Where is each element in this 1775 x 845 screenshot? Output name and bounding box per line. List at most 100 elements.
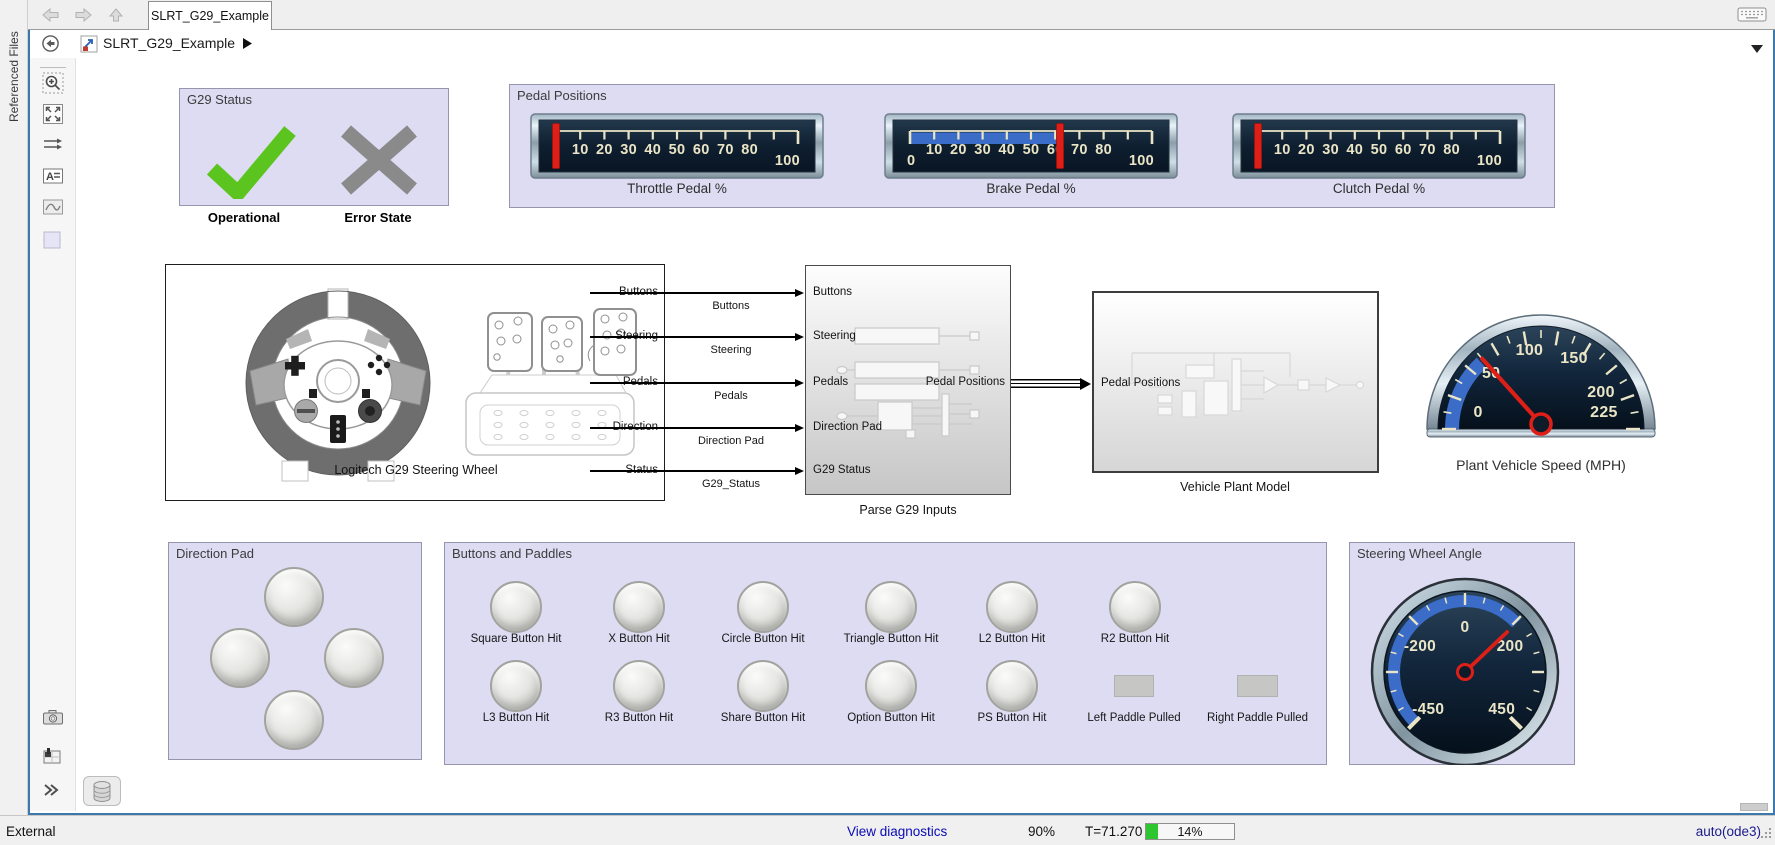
svg-text:80: 80 bbox=[1095, 142, 1112, 158]
model-data-button[interactable] bbox=[83, 776, 121, 806]
direction-lamp[interactable] bbox=[210, 628, 270, 688]
paddle-lamp[interactable] bbox=[1114, 675, 1154, 697]
parse-in-port-label: Pedals bbox=[813, 376, 848, 388]
direction-lamp[interactable] bbox=[324, 628, 384, 688]
resize-grip[interactable] bbox=[1760, 827, 1772, 842]
button-lamp[interactable] bbox=[986, 581, 1038, 633]
signal-wire[interactable] bbox=[590, 292, 796, 294]
fit-to-view-icon[interactable] bbox=[42, 103, 64, 130]
signal-wire[interactable] bbox=[590, 336, 796, 338]
breadcrumb: SLRT_G29_Example bbox=[30, 30, 1773, 58]
g29-status-panel[interactable]: G29 Status bbox=[179, 88, 449, 206]
solver-link[interactable]: auto(ode3) bbox=[1696, 824, 1761, 839]
scrollbar-corner[interactable] bbox=[1740, 803, 1768, 811]
signal-name-label: G29_Status bbox=[651, 478, 811, 490]
button-lamp[interactable] bbox=[613, 581, 665, 633]
button-lamp[interactable] bbox=[613, 660, 665, 712]
plant-block-name: Vehicle Plant Model bbox=[1135, 480, 1335, 494]
view-diagnostics-link[interactable]: View diagnostics bbox=[847, 824, 947, 839]
svg-text:20: 20 bbox=[1298, 142, 1315, 158]
button-lamp[interactable] bbox=[865, 581, 917, 633]
toolbar-divider bbox=[40, 67, 66, 68]
brake-gauge-label: Brake Pedal % bbox=[884, 181, 1178, 196]
brake-gauge[interactable]: 10203040506070801000 bbox=[884, 113, 1178, 179]
up-icon[interactable] bbox=[108, 7, 124, 28]
paddle-lamp[interactable] bbox=[1237, 675, 1278, 697]
expand-toolbar-icon[interactable] bbox=[42, 783, 59, 802]
annotation-icon[interactable]: A bbox=[42, 167, 64, 190]
button-lamp[interactable] bbox=[1109, 581, 1161, 633]
svg-text:100: 100 bbox=[1516, 342, 1544, 359]
button-lamp[interactable] bbox=[986, 660, 1038, 712]
referenced-files-label: Referenced Files bbox=[7, 2, 21, 122]
speed-gauge-label: Plant Vehicle Speed (MPH) bbox=[1401, 457, 1681, 473]
sim-progress-bar: 14% bbox=[1145, 823, 1235, 840]
svg-text:30: 30 bbox=[620, 142, 637, 158]
signal-wire[interactable] bbox=[590, 382, 796, 384]
svg-text:150: 150 bbox=[1560, 350, 1588, 367]
svg-text:0: 0 bbox=[1473, 404, 1482, 421]
svg-text:0: 0 bbox=[907, 153, 915, 169]
lamp-label: R2 Button Hit bbox=[1060, 633, 1210, 645]
throttle-gauge-label: Throttle Pedal % bbox=[530, 181, 824, 196]
breadcrumb-label: SLRT_G29_Example bbox=[103, 35, 235, 51]
svg-text:50: 50 bbox=[1371, 142, 1388, 158]
tab-label: SLRT_G29_Example bbox=[151, 9, 269, 23]
button-lamp[interactable] bbox=[737, 660, 789, 712]
svg-text:40: 40 bbox=[1346, 142, 1363, 158]
direction-lamp[interactable] bbox=[264, 567, 324, 627]
bus-wire-pedal-positions[interactable] bbox=[1011, 379, 1081, 388]
parse-g29-inputs-block[interactable]: ButtonsSteeringPedalsDirection PadG29 St… bbox=[805, 265, 1011, 495]
svg-text:225: 225 bbox=[1590, 404, 1618, 421]
button-lamp[interactable] bbox=[490, 581, 542, 633]
svg-text:40: 40 bbox=[644, 142, 661, 158]
steering-angle-panel[interactable]: Steering Wheel Angle -450-2000200450 bbox=[1349, 542, 1575, 765]
speed-gauge[interactable]: 050100150200225 bbox=[1421, 295, 1661, 451]
svg-text:70: 70 bbox=[1419, 142, 1436, 158]
signal-wire[interactable] bbox=[590, 470, 796, 472]
signal-lines-icon[interactable] bbox=[42, 136, 64, 157]
button-lamp[interactable] bbox=[865, 660, 917, 712]
button-lamp[interactable] bbox=[737, 581, 789, 633]
hide-explorer-icon[interactable] bbox=[41, 34, 60, 58]
svg-text:70: 70 bbox=[717, 142, 734, 158]
steering-angle-title: Steering Wheel Angle bbox=[1357, 546, 1482, 561]
vehicle-plant-block[interactable]: Pedal Positions bbox=[1092, 291, 1379, 473]
forward-icon[interactable] bbox=[74, 7, 94, 28]
tab-slrt-g29-example[interactable]: SLRT_G29_Example bbox=[148, 1, 272, 30]
cross-icon[interactable] bbox=[330, 119, 428, 199]
throttle-gauge[interactable]: 1020304050607080100 bbox=[530, 113, 824, 179]
pedal-positions-panel[interactable]: Pedal Positions 1020304050607080100 1020… bbox=[509, 84, 1555, 208]
breadcrumb-dropdown-icon[interactable] bbox=[1751, 40, 1763, 58]
check-icon[interactable] bbox=[202, 119, 296, 199]
steering-angle-gauge[interactable]: -450-2000200450 bbox=[1370, 575, 1560, 765]
button-lamp[interactable] bbox=[490, 660, 542, 712]
breadcrumb-caret-icon bbox=[243, 38, 252, 49]
database-icon bbox=[92, 780, 112, 803]
area-annotation-icon[interactable] bbox=[42, 230, 62, 255]
lamp-label: Right Paddle Pulled bbox=[1183, 712, 1333, 724]
buttons-paddles-title: Buttons and Paddles bbox=[452, 546, 572, 561]
back-icon[interactable] bbox=[40, 7, 60, 28]
direction-lamp[interactable] bbox=[264, 690, 324, 750]
svg-text:80: 80 bbox=[1443, 142, 1460, 158]
screenshot-camera-icon[interactable] bbox=[42, 708, 64, 731]
dock-layout-icon[interactable] bbox=[42, 747, 62, 770]
buttons-paddles-panel[interactable]: Buttons and Paddles bbox=[444, 542, 1327, 765]
clutch-gauge[interactable]: 1020304050607080100 bbox=[1232, 113, 1526, 179]
zoom-icon[interactable] bbox=[42, 72, 64, 99]
referenced-files-strip[interactable]: Referenced Files bbox=[0, 0, 28, 815]
svg-text:40: 40 bbox=[998, 142, 1015, 158]
diagram-canvas[interactable]: G29 Status Operational Error State Pedal… bbox=[76, 58, 1773, 811]
svg-text:80: 80 bbox=[741, 142, 758, 158]
operational-label: Operational bbox=[174, 210, 314, 225]
zoom-level: 90% bbox=[1028, 824, 1055, 839]
model-editor: SLRT_G29_Example A bbox=[28, 30, 1775, 815]
image-annotation-icon[interactable] bbox=[42, 198, 64, 221]
svg-text:70: 70 bbox=[1071, 142, 1088, 158]
breadcrumb-model[interactable]: SLRT_G29_Example bbox=[103, 35, 252, 51]
plant-in-port-label: Pedal Positions bbox=[1101, 377, 1180, 389]
signal-name-label: Direction Pad bbox=[651, 435, 811, 447]
signal-wire[interactable] bbox=[590, 427, 796, 429]
keyboard-icon[interactable] bbox=[1737, 6, 1767, 28]
